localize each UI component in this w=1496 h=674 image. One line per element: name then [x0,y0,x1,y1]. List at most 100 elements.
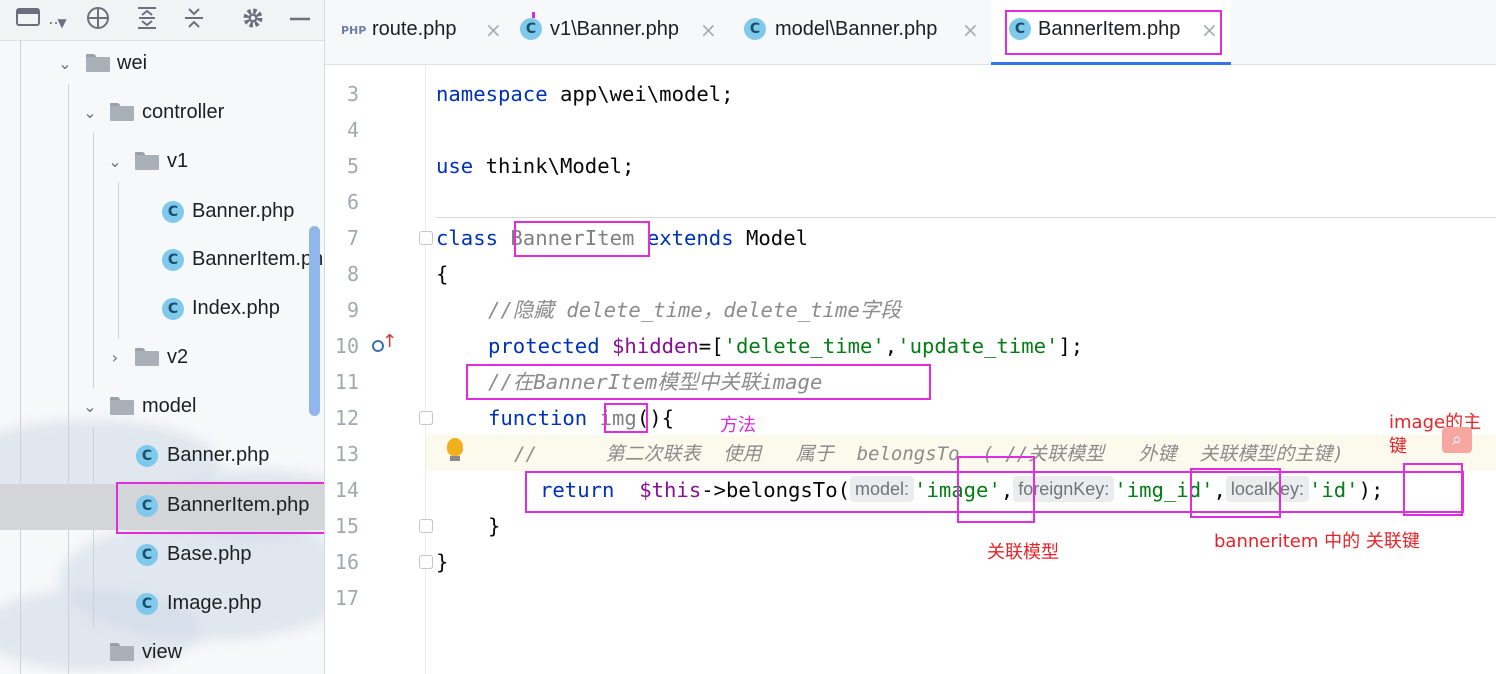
tree-item-label: wei [117,52,148,74]
fold-marker-icon[interactable] [419,519,433,533]
param-hint: localKey: [1225,476,1309,502]
chevron-down-icon[interactable]: ⌄ [105,151,125,173]
string: 'delete_time' [723,334,885,358]
tree-item-label: Banner.php [192,200,295,222]
class-icon: C [162,201,184,223]
tree-file-banner-controller[interactable]: C Banner.php [0,193,324,233]
search-icon[interactable]: ⌕ [1442,427,1472,453]
class-icon: C [520,18,542,40]
tree-item-label: v1 [167,150,189,172]
annotation-method: 方法 [720,415,756,436]
param-hint: model: [850,476,915,502]
code-line-7: class BannerItem extends Model [436,220,808,256]
class-icon: C [1009,18,1031,40]
tab-v1-banner[interactable]: C v1\Banner.php × [510,0,722,64]
class-icon: C [136,593,158,615]
tree-file-banner-model[interactable]: C Banner.php [0,437,324,477]
code-line-16: } [436,550,449,574]
class-icon: C [162,249,184,271]
gear-icon[interactable] [239,6,267,32]
tree-folder-controller[interactable]: ⌄ controller [0,94,324,134]
line-number: 6 [346,190,359,214]
expand-all-icon[interactable] [133,6,161,32]
close-icon[interactable]: × [962,18,979,42]
chevron-down-icon[interactable]: ⌄ [55,53,75,75]
tree-item-label: BannerItem.ph [192,248,324,270]
code-text: , [1213,478,1226,502]
chevron-right-icon[interactable]: › [105,347,125,369]
gutter-separator [425,65,426,674]
tab-label: route.php [372,18,457,40]
close-icon[interactable]: × [700,18,717,42]
line-number: 12 [334,406,359,430]
code-line-9: //隐藏 delete_time，delete_time字段 [488,298,901,322]
fold-marker-icon[interactable] [419,555,433,569]
close-icon[interactable]: × [485,18,502,42]
tab-model-banner[interactable]: C model\Banner.php × [735,0,985,64]
tree-item-label: Image.php [167,592,262,614]
class-icon: C [136,445,158,467]
chevron-down-icon[interactable]: ⌄ [80,102,100,124]
class-icon: C [162,298,184,320]
tree-file-banneritem-model[interactable]: C BannerItem.php [0,484,324,530]
code-editor[interactable]: 3 4 5 6 7 8 9 10 11 12 13 14 15 16 17 ↑ … [325,65,1496,674]
code-text: , [884,334,898,358]
collapse-all-icon[interactable] [180,6,208,32]
string: 'id' [1308,478,1359,502]
tab-label: BannerItem.php [1038,18,1181,40]
chevron-down-icon[interactable]: ▼ [52,10,72,36]
string: 'img_id' [1114,478,1214,502]
keyword: class [436,226,498,250]
sidebar-scrollbar[interactable] [309,226,320,416]
line-number: 16 [334,550,359,574]
tree-item-label: BannerItem.php [167,494,310,516]
folder-icon [110,397,134,415]
keyword: return [540,478,615,502]
close-icon[interactable]: × [1201,18,1218,42]
tree-file-banneritem-controller[interactable]: C BannerItem.ph [0,241,324,281]
tree-file-base[interactable]: C Base.php [0,536,324,576]
code-text: ]; [1058,334,1084,358]
line-number: 13 [334,442,359,466]
tree-item-label: model [142,395,197,417]
code-text: (){ [636,406,675,430]
class-icon: C [744,18,766,40]
tree-folder-v1[interactable]: ⌄ v1 [0,143,324,183]
keyword: use [436,154,474,178]
folder-icon [86,54,110,72]
lightbulb-icon[interactable] [447,438,463,456]
fold-marker-icon[interactable] [419,411,433,425]
tree-folder-wei[interactable]: ⌄ wei [0,45,324,85]
fold-marker-icon[interactable] [419,231,433,245]
tree-item-label: Index.php [192,297,280,319]
tree-folder-v2[interactable]: › v2 [0,339,324,379]
minimize-icon[interactable] [286,6,314,32]
tab-route-php[interactable]: PHP route.php × [335,0,505,64]
code-line-11: //在BannerItem模型中关联image [488,370,823,394]
code-line-15: } [488,514,501,538]
project-view-icon[interactable] [14,6,42,32]
line-number: 14 [334,478,359,502]
code-line-12: function img(){ [488,400,674,436]
arrow-up-icon[interactable]: ↑ [382,331,397,352]
folder-icon [110,103,134,121]
line-number-gutter: 3 4 5 6 7 8 9 10 11 12 13 14 15 16 17 ↑ [325,65,463,674]
keyword: function [488,406,588,430]
keyword: namespace [436,82,548,106]
tree-item-label: Banner.php [167,444,270,466]
crosshair-icon[interactable] [84,6,112,32]
tree-file-index[interactable]: C Index.php [0,290,324,330]
tab-banneritem-active[interactable]: C BannerItem.php × [991,0,1231,65]
line-number: 11 [334,370,359,394]
php-file-icon: PHP [341,24,367,37]
code-line-10: protected $hidden=['delete_time','update… [488,328,1083,364]
code-line-14: return $this->belongsTo(model:'image', fo… [540,472,1383,508]
tree-file-image[interactable]: C Image.php [0,585,324,625]
tree-folder-model[interactable]: ⌄ model [0,388,324,428]
chevron-down-icon[interactable]: ⌄ [80,396,100,418]
tree-folder-view[interactable]: view [0,634,324,674]
code-line-3: namespace app\wei\model; [436,76,734,112]
code-text: =[ [698,334,724,358]
line-number: 17 [334,586,359,610]
tab-label: v1\Banner.php [550,18,679,40]
